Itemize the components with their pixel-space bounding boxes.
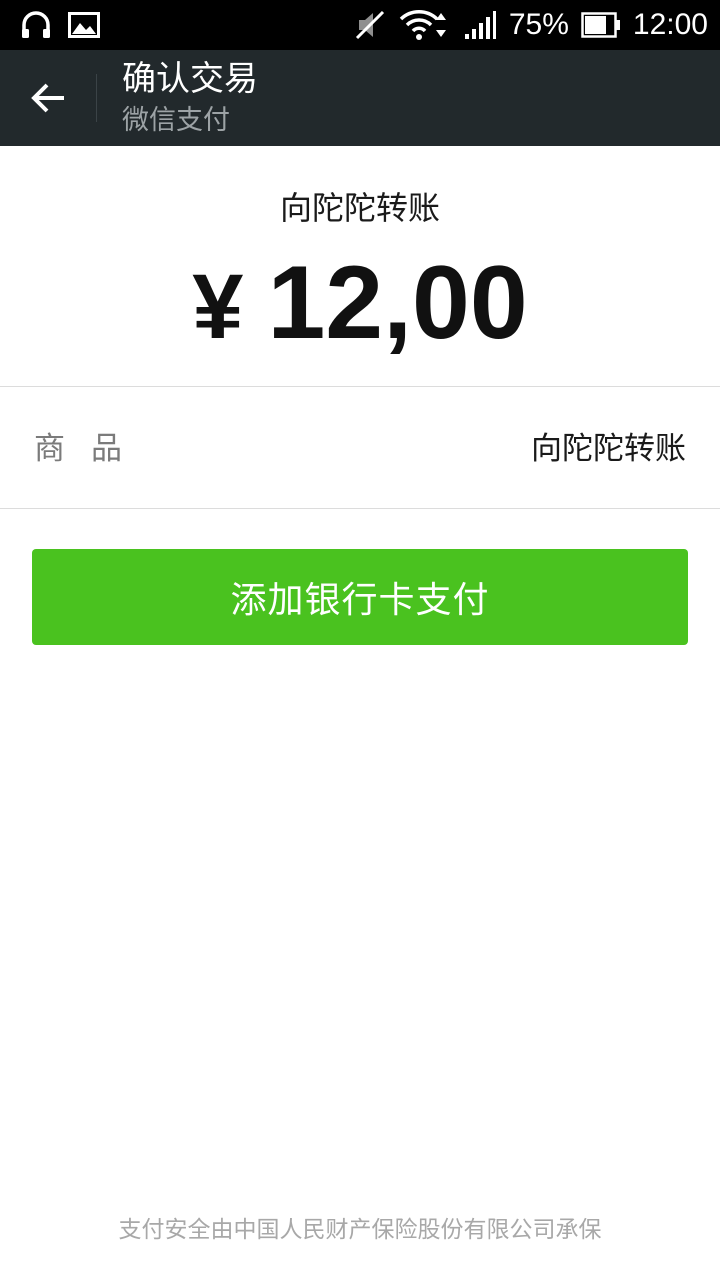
back-button[interactable] [0, 50, 96, 146]
insurance-note: 支付安全由中国人民财产保险股份有限公司承保 [118, 1217, 602, 1243]
page-subtitle: 微信支付 [122, 105, 230, 136]
status-left-icons [20, 8, 100, 42]
signal-icon [463, 10, 497, 40]
add-bank-card-pay-button[interactable]: 添加银行卡支付 [32, 549, 688, 645]
item-row: 商品 向陀陀转账 [0, 387, 720, 508]
battery-icon [581, 12, 621, 38]
amount-value: 12,00 [267, 245, 528, 361]
action-bar-divider [96, 74, 97, 122]
status-bar: 75% 12:00 [0, 0, 720, 50]
battery-percent: 75% [508, 8, 569, 41]
mute-icon [353, 10, 387, 40]
currency-symbol: ¥ [192, 256, 244, 358]
item-value: 向陀陀转账 [531, 431, 686, 467]
divider-bottom [0, 508, 720, 509]
image-icon [68, 12, 100, 38]
item-label: 商品 [34, 431, 148, 467]
clock: 12:00 [632, 8, 708, 41]
status-right-icons: 75% 12:00 [353, 0, 708, 50]
headset-icon [20, 10, 52, 40]
action-bar: 确认交易 微信支付 [0, 50, 720, 146]
arrow-left-icon [30, 82, 66, 114]
amount-display: ¥12,00 [0, 248, 720, 362]
page-title: 确认交易 [122, 59, 258, 99]
payee-label: 向陀陀转账 [279, 189, 440, 227]
wifi-icon [399, 9, 451, 41]
